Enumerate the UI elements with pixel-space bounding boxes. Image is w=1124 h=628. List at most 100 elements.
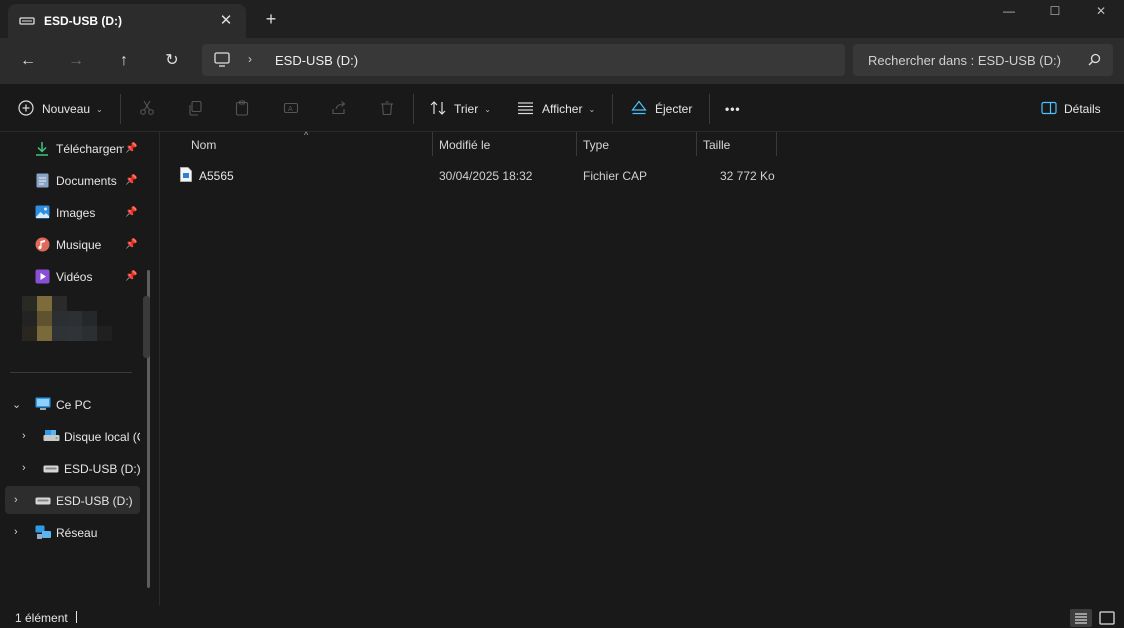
download-icon [35,141,49,159]
search-input[interactable]: Rechercher dans : ESD-USB (D:) [853,44,1113,76]
title-bar: ESD-USB (D:) ✕ + — ☐ ✕ [0,0,1124,38]
sidebar-item-videos[interactable]: Vidéos 📌 [0,262,150,290]
close-window-button[interactable]: ✕ [1078,0,1124,24]
new-label: Nouveau [42,102,91,116]
tiles-view-button[interactable] [1096,609,1118,627]
sidebar-item-esd-usb[interactable]: › ESD-USB (D:) [5,486,140,514]
sidebar-item-local-disk[interactable]: › Disque local (C [0,422,150,450]
local-disk-icon [43,429,60,446]
column-divider[interactable] [576,132,577,156]
file-row[interactable]: A5565 30/04/2025 18:32 Fichier CAP 32 77… [173,164,778,188]
chevron-down-icon: ⌄ [96,104,103,114]
document-icon [36,173,49,191]
new-button[interactable]: Nouveau ⌄ [18,96,103,122]
file-icon [180,167,192,185]
usb-drive-icon [43,463,59,477]
sidebar-item-images[interactable]: Images 📌 [0,198,150,226]
sidebar-divider [10,372,132,373]
sidebar-item-label: Disque local (C [64,430,140,444]
file-size: 32 772 Ko [720,169,775,183]
search-icon[interactable] [1088,53,1101,69]
file-type: Fichier CAP [583,169,648,183]
column-header-name[interactable]: Nom [191,138,216,152]
sidebar-item-music[interactable]: Musique 📌 [0,230,150,258]
toolbar-divider [413,94,414,124]
sort-icon [430,100,446,119]
navigation-pane: Téléchargem 📌 Documents 📌 Images 📌 Musiq… [0,132,160,606]
tiles-view-icon [1099,611,1115,625]
column-header-type[interactable]: Type [583,138,609,152]
item-count: 1 élément [15,611,68,625]
sidebar-item-label: ESD-USB (D:) [64,462,141,476]
column-divider[interactable] [776,132,777,156]
eject-button[interactable]: Éjecter [631,96,692,122]
paste-icon[interactable] [231,97,253,119]
cut-icon[interactable] [136,97,158,119]
view-label: Afficher [542,102,583,116]
new-tab-button[interactable]: + [261,9,281,29]
details-pane-icon [1041,101,1057,118]
chevron-right-icon[interactable]: › [22,462,26,474]
details-view-button[interactable] [1070,609,1092,627]
sidebar-item-label: ESD-USB (D:) [56,494,133,508]
pin-icon[interactable]: 📌 [125,207,137,218]
pin-icon[interactable]: 📌 [125,239,137,250]
pin-icon[interactable]: 📌 [125,143,137,154]
delete-icon[interactable] [376,97,398,119]
chevron-down-icon: ⌄ [484,104,491,114]
maximize-button[interactable]: ☐ [1032,0,1078,24]
address-bar[interactable]: › ESD-USB (D:) [202,44,845,76]
more-options-button[interactable]: ••• [725,96,741,122]
close-tab-icon[interactable]: ✕ [216,11,236,31]
add-circle-icon [18,99,34,119]
sidebar-scroll-thumb[interactable] [143,296,150,358]
sort-button[interactable]: Trier ⌄ [430,96,491,122]
breadcrumb[interactable]: ESD-USB (D:) [275,53,358,68]
chevron-right-icon[interactable]: › [14,526,18,538]
music-icon [35,237,50,255]
breadcrumb-chevron-icon[interactable]: › [248,52,252,66]
sidebar-item-esd-usb-child[interactable]: › ESD-USB (D:) [0,454,150,482]
share-icon[interactable] [328,97,350,119]
refresh-button[interactable]: ↻ [158,48,186,74]
network-icon [35,525,52,543]
pin-icon[interactable]: 📌 [125,271,137,282]
usb-drive-icon [35,495,51,509]
toolbar-divider [709,94,710,124]
chevron-down-icon[interactable]: ⌄ [12,398,21,411]
chevron-right-icon[interactable]: › [22,430,26,442]
file-modified: 30/04/2025 18:32 [439,169,533,183]
tab-title: ESD-USB (D:) [44,14,122,28]
svg-text:A: A [288,106,293,113]
column-divider[interactable] [432,132,433,156]
tab-esd-usb[interactable]: ESD-USB (D:) ✕ [8,4,246,38]
sidebar-item-downloads[interactable]: Téléchargem 📌 [0,134,150,162]
details-view-icon [1075,613,1087,624]
forward-button[interactable]: → [62,48,90,74]
up-button[interactable]: ↑ [110,48,138,74]
sidebar-item-network[interactable]: › Réseau [0,518,150,546]
back-button[interactable]: ← [14,48,42,74]
copy-icon[interactable] [184,97,206,119]
column-header-modified[interactable]: Modifié le [439,138,490,152]
sidebar-item-label: Musique [56,238,102,252]
search-placeholder: Rechercher dans : ESD-USB (D:) [868,53,1061,68]
sidebar-item-documents[interactable]: Documents 📌 [0,166,150,194]
view-button[interactable]: Afficher ⌄ [517,96,595,122]
chevron-right-icon[interactable]: › [14,494,18,506]
minimize-button[interactable]: — [986,0,1032,24]
rename-icon[interactable]: A [280,97,302,119]
sort-ascending-icon: ^ [304,130,309,140]
address-row: ← → ↑ ↻ › ESD-USB (D:) Rechercher dans :… [0,38,1124,84]
toolbar-divider [612,94,613,124]
eject-label: Éjecter [655,102,693,116]
details-pane-button[interactable]: Détails [1041,96,1101,122]
sidebar-item-label: Images [56,206,96,220]
column-header-size[interactable]: Taille [703,138,730,152]
image-icon [35,205,50,222]
usb-drive-icon [19,15,35,30]
pin-icon[interactable]: 📌 [125,175,137,186]
column-divider[interactable] [696,132,697,156]
command-bar: Nouveau ⌄ A Trier ⌄ Afficher ⌄ Éjecter •… [0,84,1124,132]
sidebar-item-this-pc[interactable]: ⌄ Ce PC [0,390,150,418]
